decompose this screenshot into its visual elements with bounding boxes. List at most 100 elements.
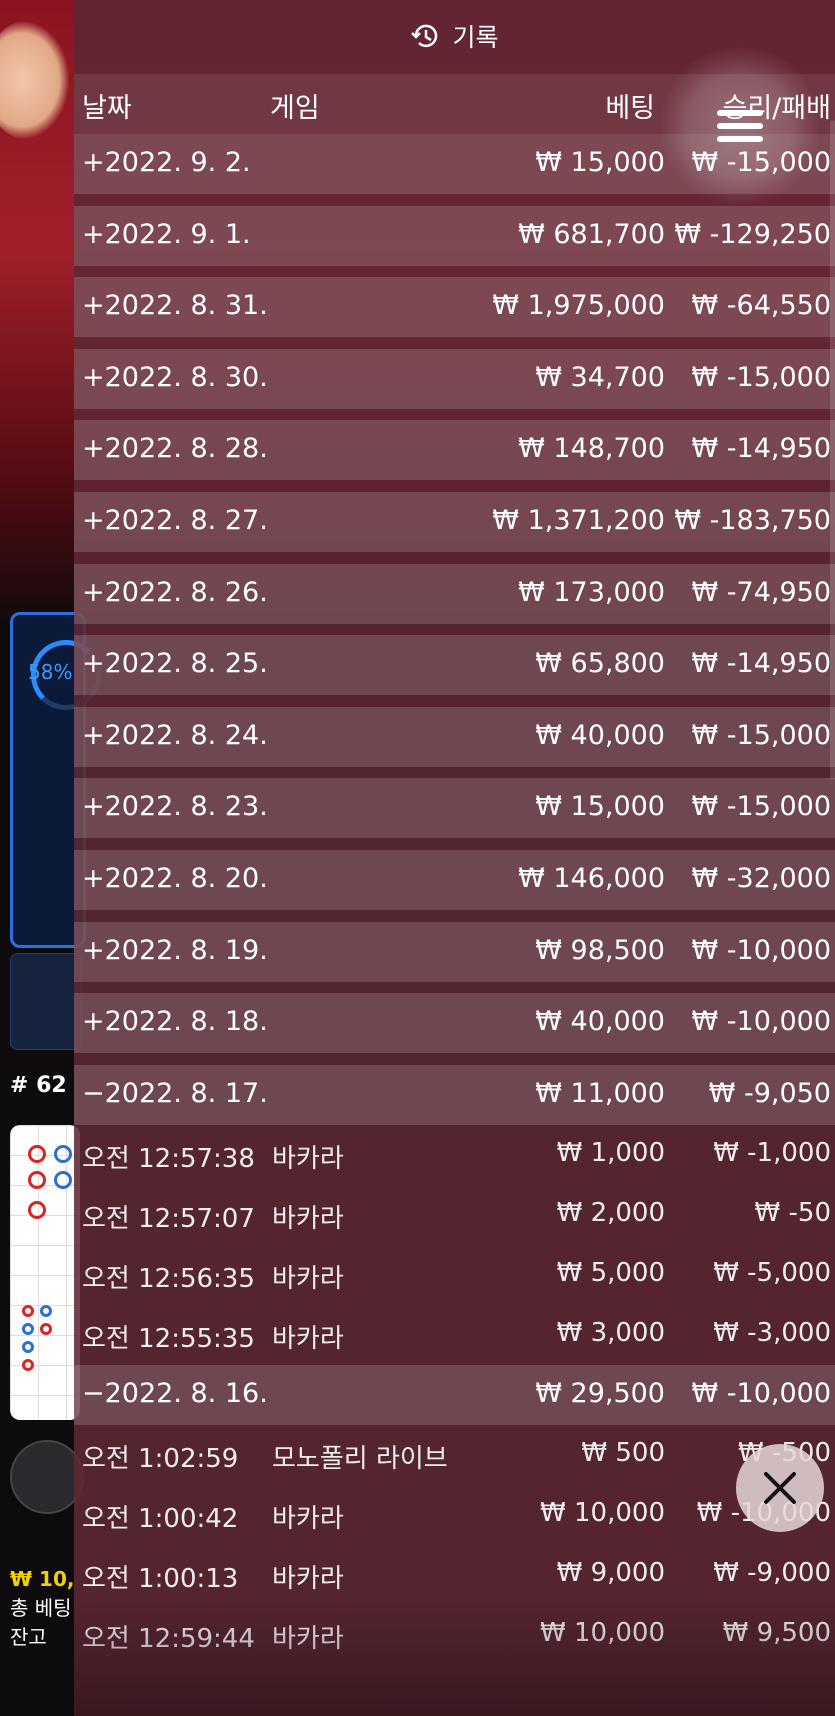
row-result: ₩ -15,000 [691,719,832,751]
row-result: ₩ -14,950 [691,648,832,680]
row-time: 오전 1:00:42 [82,1503,239,1534]
date-group-row[interactable]: +2022. 9. 1. ₩ 681,700 ₩ -129,250 [74,205,835,266]
date-group-row[interactable]: +2022. 8. 20. ₩ 146,000 ₩ -32,000 [74,849,835,910]
game-entry-row[interactable]: 오전 12:56:35 바카라 ₩ 5,000 ₩ -5,000 [74,1245,835,1305]
row-result: ₩ -15,000 [691,361,832,393]
row-date: +2022. 8. 24. [82,719,268,751]
header-game: 게임 [270,93,320,124]
row-date: −2022. 8. 16. [82,1377,268,1409]
history-clock-icon [411,24,438,48]
row-date: +2022. 8. 31. [82,290,268,322]
side-card[interactable] [10,953,82,1050]
date-group-row[interactable]: +2022. 8. 27. ₩ 1,371,200 ₩ -183,750 [74,491,835,552]
header-date: 날짜 [82,93,132,124]
game-entry-row[interactable]: 오전 12:57:38 바카라 ₩ 1,000 ₩ -1,000 [74,1125,835,1185]
row-bet: ₩ 148,700 [518,433,665,465]
close-button[interactable] [736,1444,824,1532]
history-panel: 기록 날짜 게임 베팅 승리/패배 +2022. 9. 2.₩ 15,000₩ … [74,0,835,1716]
row-result: ₩ -1,000 [713,1137,831,1168]
row-date: +2022. 8. 28. [82,433,268,465]
row-result: ₩ -3,000 [713,1317,831,1348]
row-bet: ₩ 681,700 [518,218,665,250]
row-game: 바카라 [272,1263,344,1294]
row-result: ₩ -10,000 [691,934,832,966]
bead-road [10,1125,80,1420]
row-game: 바카라 [272,1203,344,1234]
row-result: ₩ -10,000 [691,1006,832,1038]
date-group-row[interactable]: +2022. 8. 19. ₩ 98,500 ₩ -10,000 [74,921,835,982]
row-date: +2022. 8. 26. [82,576,268,608]
scrollbar[interactable] [830,120,835,780]
row-bet: ₩ 1,371,200 [492,504,665,536]
date-group-row[interactable]: +2022. 8. 25. ₩ 65,800 ₩ -14,950 [74,635,835,696]
row-bet: ₩ 40,000 [535,1006,665,1038]
date-group-row[interactable]: +2022. 8. 24. ₩ 40,000 ₩ -15,000 [74,706,835,767]
row-result: ₩ -15,000 [691,791,832,823]
row-date: +2022. 8. 23. [82,791,268,823]
row-result: ₩ -10,000 [691,1377,832,1409]
game-entry-row[interactable]: 오전 12:55:35 바카라 ₩ 3,000 ₩ -3,000 [74,1305,835,1365]
row-bet: ₩ 2,000 [556,1197,665,1228]
row-bet: ₩ 40,000 [535,719,665,751]
row-time: 오전 1:00:13 [82,1563,239,1594]
row-date: +2022. 8. 25. [82,648,268,680]
game-entry-row[interactable]: 오전 1:00:42바카라₩ 10,000₩ -10,000 [74,1485,835,1545]
row-bet: ₩ 1,975,000 [492,290,665,322]
row-result: ₩ -9,050 [708,1077,831,1109]
row-date: +2022. 8. 19. [82,934,268,966]
row-result: ₩ -74,950 [691,576,832,608]
row-bet: ₩ 65,800 [535,648,665,680]
row-time: 오전 12:57:07 [82,1203,255,1234]
row-bet: ₩ 29,500 [535,1377,665,1409]
row-game: 모노폴리 라이브 [272,1443,448,1474]
row-date: +2022. 9. 2. [82,147,251,178]
row-bet: ₩ 500 [581,1437,665,1468]
row-bet: ₩ 3,000 [556,1317,665,1348]
row-date: +2022. 8. 20. [82,862,268,894]
chip-icon[interactable] [10,1440,84,1514]
row-bet: ₩ 5,000 [556,1257,665,1288]
row-date: +2022. 9. 1. [82,218,251,250]
row-result: ₩ -14,950 [691,433,832,465]
row-bet: ₩ 11,000 [535,1077,665,1109]
date-group-row[interactable]: +2022. 8. 18. ₩ 40,000 ₩ -10,000 [74,993,835,1054]
row-result: ₩ -50 [754,1197,831,1228]
row-result: ₩ -32,000 [691,862,832,894]
row-date: +2022. 8. 27. [82,504,268,536]
date-group-row[interactable]: +2022. 8. 26. ₩ 173,000 ₩ -74,950 [74,563,835,624]
row-result: ₩ -64,550 [691,290,832,322]
history-list: +2022. 9. 2. ₩ 15,000 ₩ -15,000 +2022. 9. 1… [74,134,835,1665]
row-result: ₩ -129,250 [674,218,831,250]
row-bet: ₩ 146,000 [518,862,665,894]
row-game: 바카라 [272,1143,344,1174]
date-group-row[interactable]: +2022. 8. 28. ₩ 148,700 ₩ -14,950 [74,420,835,481]
date-group-row[interactable]: −2022. 8. 17. ₩ 11,000 ₩ -9,050 [74,1064,835,1125]
date-group-row[interactable]: +2022. 8. 23. ₩ 15,000 ₩ -15,000 [74,778,835,839]
row-date: +2022. 8. 30. [82,361,268,393]
row-date: −2022. 8. 17. [82,1077,268,1109]
game-entry-row[interactable]: 오전 12:57:07 바카라 ₩ 2,000 ₩ -50 [74,1185,835,1245]
row-time: 오전 1:02:59 [82,1443,239,1474]
row-bet: ₩ 98,500 [535,934,665,966]
date-group-row[interactable]: −2022. 8. 16. ₩ 29,500 ₩ -10,000 [74,1364,835,1425]
header-bet: 베팅 [605,93,655,124]
row-result: ₩ -5,000 [713,1257,831,1288]
row-time: 오전 12:57:38 [82,1143,255,1174]
row-time: 오전 12:55:35 [82,1323,255,1354]
game-entry-row[interactable]: 오전 1:02:59모노폴리 라이브₩ 500₩ -500 [74,1425,835,1485]
row-date: +2022. 8. 18. [82,1006,268,1038]
panel-title: 기록 [452,23,499,52]
dealer-hand [0,20,70,140]
stat-percent: 58% [28,660,73,684]
row-bet: ₩ 34,700 [535,361,665,393]
row-bet: ₩ 10,000 [540,1497,665,1528]
row-result: ₩ -9,000 [713,1557,831,1588]
row-bet: ₩ 173,000 [518,576,665,608]
date-group-row[interactable]: +2022. 8. 30. ₩ 34,700 ₩ -15,000 [74,348,835,409]
row-bet: ₩ 9,000 [556,1557,665,1588]
row-bet: ₩ 1,000 [556,1137,665,1168]
date-group-row[interactable]: +2022. 8. 31. ₩ 1,975,000 ₩ -64,550 [74,277,835,338]
game-entry-row[interactable]: 오전 1:00:13 바카라 ₩ 9,000 ₩ -9,000 [74,1545,835,1605]
row-result: ₩ -183,750 [674,504,831,536]
menu-button[interactable] [660,46,820,206]
